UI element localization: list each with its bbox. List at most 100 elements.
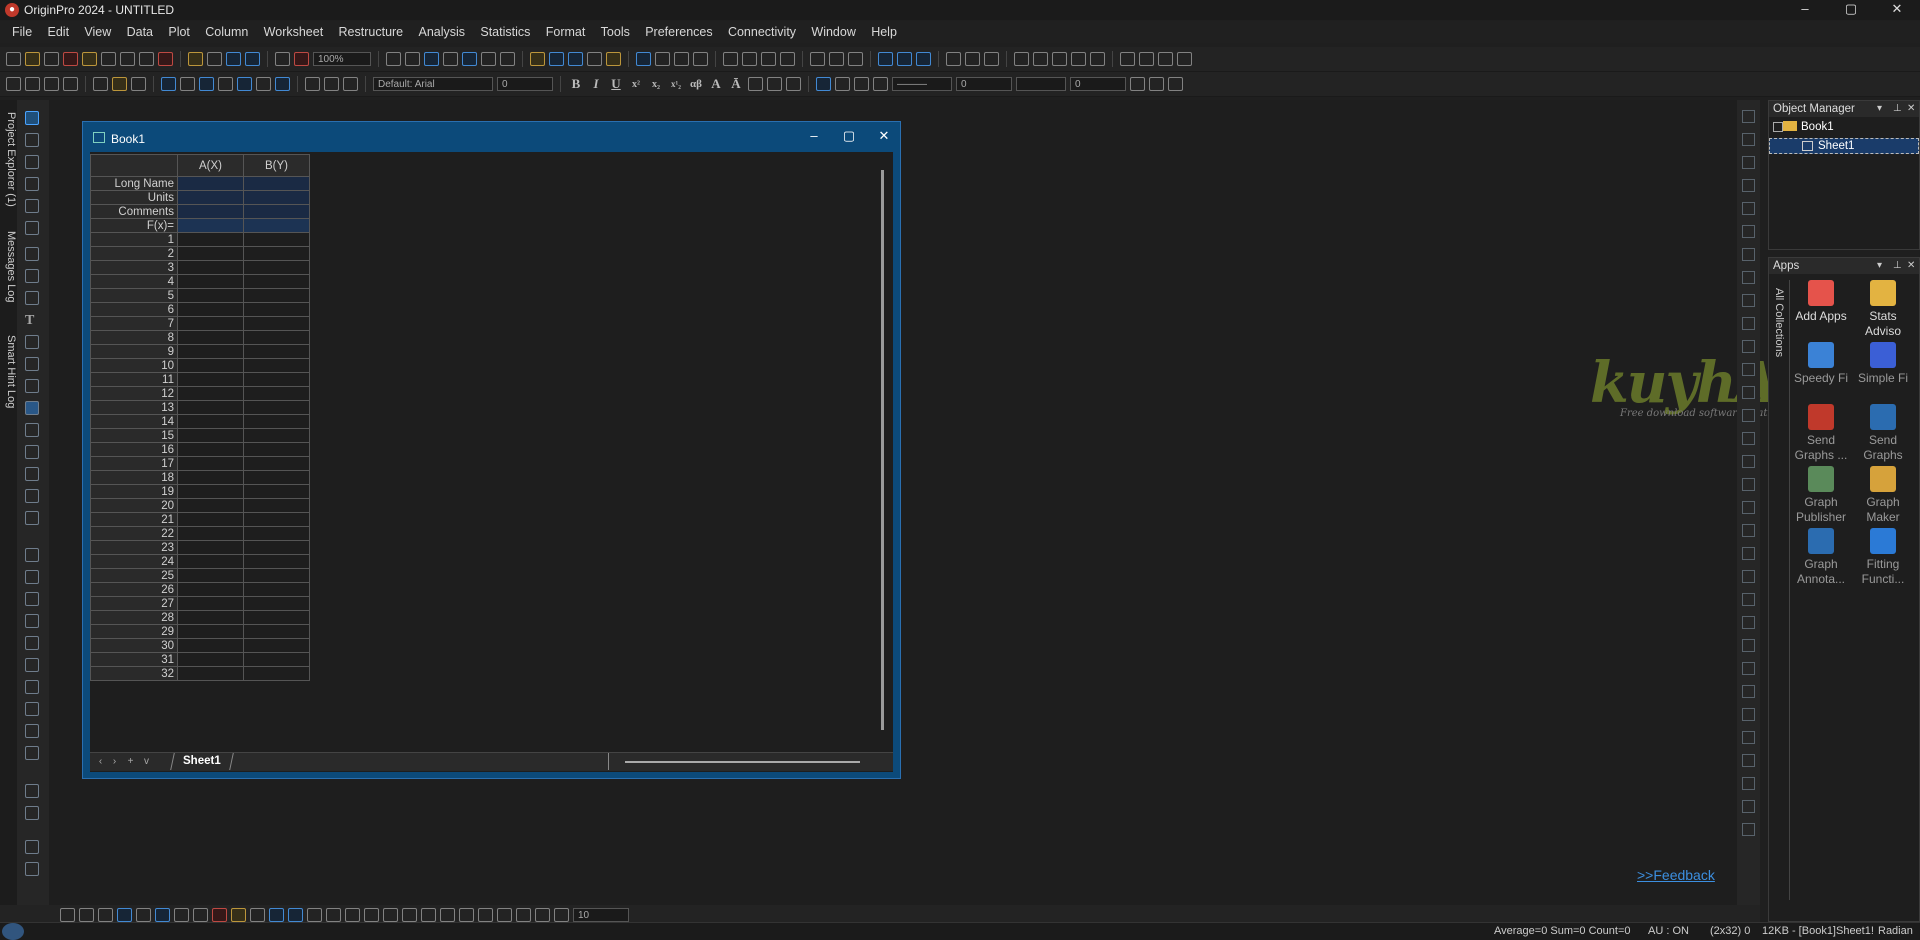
cell[interactable] [243, 260, 310, 275]
row-number[interactable]: 15 [90, 428, 178, 443]
workbook-maximize-button[interactable]: ▢ [834, 128, 864, 144]
cell[interactable] [177, 442, 244, 457]
cut-icon[interactable] [305, 77, 320, 91]
block-icon[interactable] [1742, 570, 1755, 583]
rotate-icon[interactable] [1742, 202, 1755, 215]
learning-center-icon[interactable] [606, 52, 621, 66]
cell[interactable] [177, 484, 244, 499]
cell[interactable] [243, 288, 310, 303]
insert-tool-icon[interactable] [25, 511, 39, 525]
panel-menu-icon[interactable]: ▾ [1877, 101, 1882, 117]
cell[interactable] [177, 470, 244, 485]
minimize-button[interactable]: – [1782, 0, 1828, 20]
transpose-icon[interactable] [218, 77, 233, 91]
cell[interactable] [177, 190, 244, 205]
open-sample-icon[interactable] [207, 52, 222, 66]
cell[interactable] [243, 204, 310, 219]
cell[interactable] [177, 274, 244, 289]
borders-icon[interactable] [1149, 77, 1164, 91]
resize-icon[interactable] [1742, 639, 1755, 652]
marker-tool-icon[interactable] [25, 784, 39, 798]
greek-button[interactable]: αβ [688, 78, 704, 90]
matrix-view-icon[interactable] [1742, 294, 1755, 307]
tree-collapse-icon[interactable] [1773, 122, 1783, 132]
row-number[interactable]: 4 [90, 274, 178, 289]
expand-icon[interactable] [1742, 823, 1755, 836]
column-graph-icon[interactable] [117, 908, 132, 922]
import-excel-icon[interactable] [44, 77, 59, 91]
hatch-icon[interactable] [1130, 77, 1145, 91]
cell[interactable] [243, 400, 310, 415]
command-window-icon[interactable] [500, 52, 515, 66]
add-column-icon[interactable] [636, 52, 651, 66]
row-number[interactable]: 28 [90, 610, 178, 625]
cell[interactable] [177, 652, 244, 667]
apps-icon[interactable] [568, 52, 583, 66]
cell[interactable] [177, 540, 244, 555]
recalculate-manual-icon[interactable] [294, 52, 309, 66]
new-notes-icon[interactable] [139, 52, 154, 66]
project-explorer-icon[interactable] [530, 52, 545, 66]
fit-icon[interactable] [1742, 800, 1755, 813]
menu-column[interactable]: Column [199, 21, 254, 39]
menu-edit[interactable]: Edit [42, 21, 76, 39]
pie-graph-icon[interactable] [193, 908, 208, 922]
menu-file[interactable]: File [6, 21, 38, 39]
symbol-icon[interactable] [873, 77, 888, 91]
picture-tool-icon[interactable] [25, 467, 39, 481]
row-number[interactable]: 20 [90, 498, 178, 513]
cell[interactable] [243, 456, 310, 471]
layout-icon[interactable] [1742, 524, 1755, 537]
line-color-icon[interactable] [854, 77, 869, 91]
tree-book1[interactable]: Book1 [1773, 121, 1834, 133]
apps-tabs[interactable]: All Collections [1773, 288, 1785, 357]
cell[interactable] [177, 218, 244, 233]
row-number[interactable]: 7 [90, 316, 178, 331]
italic-button[interactable]: I [588, 76, 604, 92]
cell[interactable] [243, 540, 310, 555]
exchange-xy-icon[interactable] [478, 908, 493, 922]
rectangle-tool-icon[interactable] [25, 401, 39, 415]
row-number[interactable]: 21 [90, 512, 178, 527]
tree-sheet1[interactable]: Sheet1 [1769, 138, 1919, 154]
graph-tool-icon[interactable] [25, 614, 39, 628]
close-button[interactable]: ✕ [1874, 0, 1920, 20]
scatter-graph-icon[interactable] [79, 908, 94, 922]
3d-graph-icon[interactable] [269, 908, 284, 922]
group-tool-icon[interactable] [25, 489, 39, 503]
axis-icon[interactable] [516, 908, 531, 922]
cell[interactable] [177, 526, 244, 541]
smooth-icon[interactable] [1742, 110, 1755, 123]
align-layer-icon[interactable] [459, 908, 474, 922]
workbook-titlebar[interactable]: Book1 – ▢ ✕ [83, 122, 900, 152]
app-item[interactable]: Send Graphs ... [1790, 404, 1852, 463]
row-number[interactable]: 6 [90, 302, 178, 317]
move-to-first-icon[interactable] [1120, 52, 1135, 66]
notes-tool-icon[interactable] [25, 658, 39, 672]
line-graph-icon[interactable] [60, 908, 75, 922]
cell[interactable] [243, 386, 310, 401]
row-number[interactable]: 18 [90, 470, 178, 485]
axis-view-icon[interactable] [1742, 340, 1755, 353]
row-number[interactable]: 5 [90, 288, 178, 303]
row-number[interactable]: 17 [90, 456, 178, 471]
paste-icon[interactable] [343, 77, 358, 91]
merge-icon[interactable] [1742, 616, 1755, 629]
row-number[interactable]: 10 [90, 358, 178, 373]
table-view-icon[interactable] [1742, 248, 1755, 261]
row-number[interactable]: 29 [90, 624, 178, 639]
row-number[interactable]: 19 [90, 484, 178, 499]
sort-tool-icon[interactable] [25, 840, 39, 854]
circle-tool-icon[interactable] [25, 570, 39, 584]
row-number[interactable]: 9 [90, 344, 178, 359]
cell[interactable] [177, 400, 244, 415]
contour-graph-icon[interactable] [231, 908, 246, 922]
code-builder-icon[interactable] [443, 52, 458, 66]
cell[interactable] [243, 470, 310, 485]
line-style-select[interactable]: ——— [892, 77, 952, 91]
menu-format[interactable]: Format [540, 21, 592, 39]
line-symbol-icon[interactable] [98, 908, 113, 922]
app-badge-icon[interactable] [2, 923, 24, 940]
row-number[interactable]: 25 [90, 568, 178, 583]
fill-color-icon[interactable] [816, 77, 831, 91]
